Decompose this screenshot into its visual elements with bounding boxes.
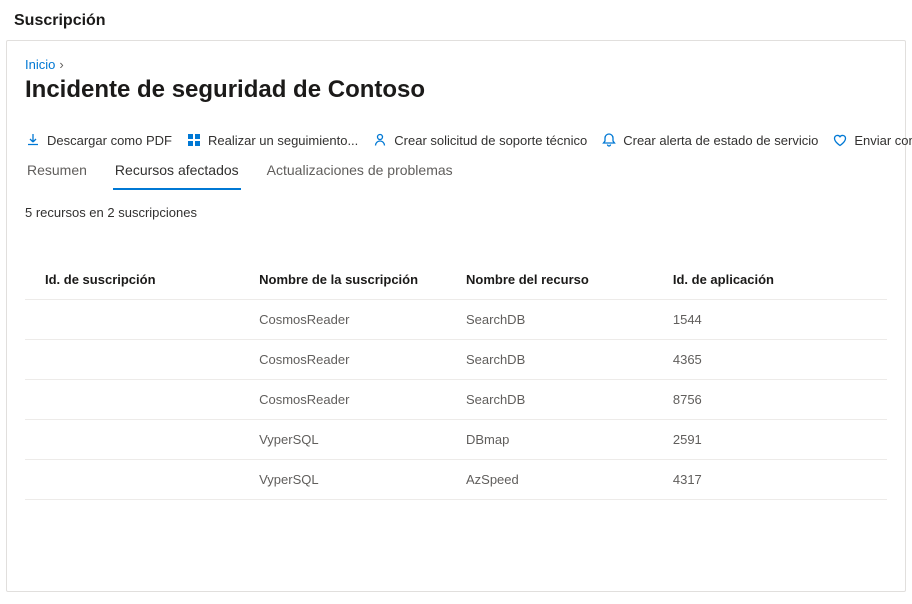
- table-row[interactable]: CosmosReaderSearchDB1544: [25, 300, 887, 340]
- grid-icon: [186, 132, 202, 148]
- alert-label: Crear alerta de estado de servicio: [623, 133, 818, 148]
- cell-app-id: 1544: [663, 300, 887, 340]
- person-support-icon: [372, 132, 388, 148]
- cell-sub-name: CosmosReader: [249, 300, 456, 340]
- download-icon: [25, 132, 41, 148]
- breadcrumb: Inicio ›: [25, 57, 887, 72]
- track-label: Realizar un seguimiento...: [208, 133, 358, 148]
- cell-res-name: SearchDB: [456, 300, 663, 340]
- col-subscription-name[interactable]: Nombre de la suscripción: [249, 260, 456, 300]
- table-row[interactable]: VyperSQLAzSpeed4317: [25, 460, 887, 500]
- col-application-id[interactable]: Id. de aplicación: [663, 260, 887, 300]
- page-title: Incidente de seguridad de Contoso: [25, 76, 887, 104]
- col-subscription-id[interactable]: Id. de suscripción: [25, 260, 249, 300]
- support-label: Crear solicitud de soporte técnico: [394, 133, 587, 148]
- cell-sub-id: [25, 300, 249, 340]
- cell-app-id: 4317: [663, 460, 887, 500]
- cell-app-id: 4365: [663, 340, 887, 380]
- download-pdf-label: Descargar como PDF: [47, 133, 172, 148]
- support-request-button[interactable]: Crear solicitud de soporte técnico: [372, 132, 587, 148]
- cell-sub-name: VyperSQL: [249, 420, 456, 460]
- breadcrumb-home[interactable]: Inicio: [25, 57, 55, 72]
- table-header-row: Id. de suscripción Nombre de la suscripc…: [25, 260, 887, 300]
- send-feedback-button[interactable]: Enviar comentarios: [832, 132, 912, 148]
- cell-sub-id: [25, 380, 249, 420]
- cell-res-name: SearchDB: [456, 380, 663, 420]
- cell-res-name: AzSpeed: [456, 460, 663, 500]
- table-row[interactable]: CosmosReaderSearchDB8756: [25, 380, 887, 420]
- cell-sub-id: [25, 420, 249, 460]
- cell-res-name: SearchDB: [456, 340, 663, 380]
- table-row[interactable]: VyperSQLDBmap2591: [25, 420, 887, 460]
- cell-app-id: 8756: [663, 380, 887, 420]
- create-alert-button[interactable]: Crear alerta de estado de servicio: [601, 132, 818, 148]
- tab-affected-resources[interactable]: Recursos afectados: [113, 154, 241, 190]
- cell-res-name: DBmap: [456, 420, 663, 460]
- table-row[interactable]: CosmosReaderSearchDB4365: [25, 340, 887, 380]
- feedback-label: Enviar comentarios: [854, 133, 912, 148]
- content-card: Inicio › Incidente de seguridad de Contos…: [6, 40, 906, 592]
- col-resource-name[interactable]: Nombre del recurso: [456, 260, 663, 300]
- track-button[interactable]: Realizar un seguimiento...: [186, 132, 358, 148]
- cell-app-id: 2591: [663, 420, 887, 460]
- tab-problem-updates[interactable]: Actualizaciones de problemas: [265, 154, 455, 190]
- tab-summary[interactable]: Resumen: [25, 154, 89, 190]
- cell-sub-name: CosmosReader: [249, 380, 456, 420]
- heart-icon: [832, 132, 848, 148]
- cell-sub-name: CosmosReader: [249, 340, 456, 380]
- tabs: Resumen Recursos afectados Actualizacion…: [25, 154, 887, 191]
- cell-sub-name: VyperSQL: [249, 460, 456, 500]
- resources-table: Id. de suscripción Nombre de la suscripc…: [25, 260, 887, 500]
- resource-count-summary: 5 recursos en 2 suscripciones: [25, 205, 887, 220]
- download-pdf-button[interactable]: Descargar como PDF: [25, 132, 172, 148]
- page-header: Suscripción: [6, 8, 906, 40]
- chevron-right-icon: ›: [59, 57, 63, 72]
- cell-sub-id: [25, 340, 249, 380]
- bell-icon: [601, 132, 617, 148]
- cell-sub-id: [25, 460, 249, 500]
- toolbar: Descargar como PDF Realizar un seguimien…: [25, 132, 887, 148]
